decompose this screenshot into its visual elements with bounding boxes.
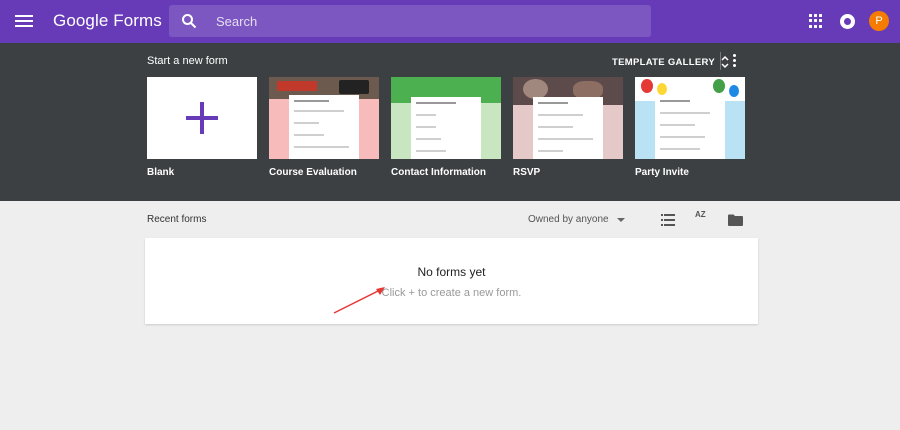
apps-grid-icon[interactable] <box>809 14 823 28</box>
folder-icon[interactable] <box>728 214 743 226</box>
app-bar: Google Forms P <box>0 0 900 43</box>
empty-state-title: No forms yet <box>417 265 486 279</box>
template-thumbnail[interactable] <box>269 77 379 159</box>
template-gallery-label: TEMPLATE GALLERY <box>612 56 715 68</box>
template-party-invite[interactable]: Party Invite <box>635 77 745 178</box>
start-new-form-title: Start a new form <box>147 55 228 67</box>
template-rsvp[interactable]: RSVP <box>513 77 623 178</box>
list-view-icon[interactable] <box>661 214 675 226</box>
toolbar-divider <box>720 52 721 70</box>
template-label: Party Invite <box>635 167 689 178</box>
owner-filter-label: Owned by anyone <box>528 214 609 225</box>
notifications-icon[interactable] <box>840 14 855 29</box>
owner-filter-dropdown[interactable]: Owned by anyone <box>528 214 625 225</box>
template-gallery-button[interactable]: TEMPLATE GALLERY <box>612 55 729 69</box>
dropdown-caret-icon <box>616 217 625 222</box>
search-input[interactable] <box>216 13 616 29</box>
template-contact-information[interactable]: Contact Information <box>391 77 501 178</box>
plus-icon <box>186 102 218 134</box>
template-thumbnail[interactable] <box>635 77 745 159</box>
app-title[interactable]: Google Forms <box>53 11 162 31</box>
template-label: RSVP <box>513 167 541 178</box>
menu-icon[interactable] <box>14 12 34 30</box>
template-label: Contact Information <box>391 167 486 178</box>
template-course-evaluation[interactable]: Course Evaluation <box>269 77 379 178</box>
template-thumbnail[interactable] <box>513 77 623 159</box>
template-thumbnail[interactable] <box>147 77 257 159</box>
search-bar[interactable] <box>169 5 651 37</box>
empty-state-subtitle: Click + to create a new form. <box>381 287 522 299</box>
unfold-more-icon <box>721 55 729 69</box>
template-label: Blank <box>147 167 175 178</box>
template-section: Start a new form TEMPLATE GALLERY Blank <box>0 43 900 201</box>
annotation-arrow-icon <box>333 287 385 314</box>
recent-forms-title: Recent forms <box>147 214 207 225</box>
template-thumbnail[interactable] <box>391 77 501 159</box>
template-label: Course Evaluation <box>269 167 357 178</box>
template-blank[interactable]: Blank <box>147 77 257 178</box>
recent-forms-empty-card: No forms yet Click + to create a new for… <box>145 238 758 324</box>
account-avatar[interactable]: P <box>869 11 889 31</box>
search-icon[interactable] <box>181 13 197 29</box>
more-vert-icon[interactable] <box>733 54 737 68</box>
sort-az-icon[interactable]: AZ <box>695 211 709 225</box>
